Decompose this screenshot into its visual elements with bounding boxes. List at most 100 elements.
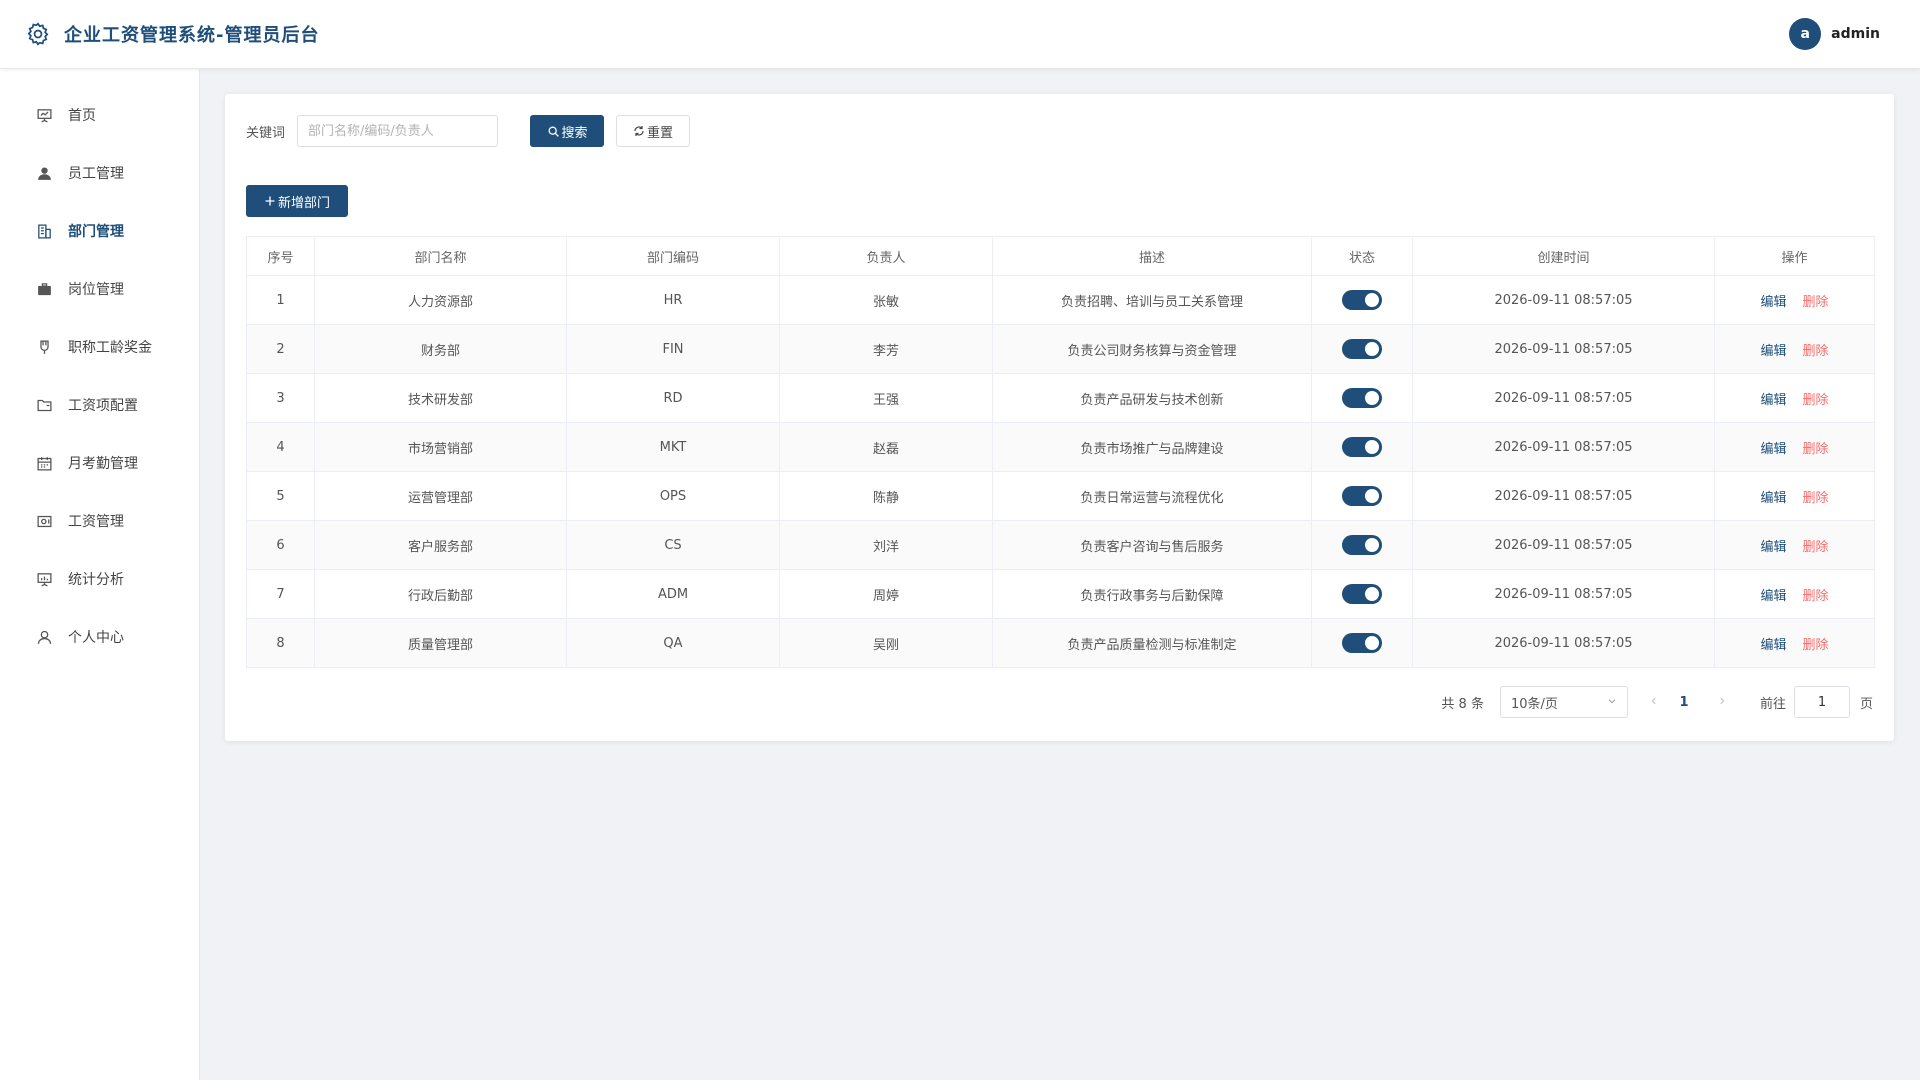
delete-link[interactable]: 删除 [1803,344,1829,359]
delete-link[interactable]: 删除 [1803,393,1829,408]
sidebar-item-positions[interactable]: 岗位管理 [0,260,199,318]
avatar[interactable]: a [1789,18,1822,50]
cell-name: 市场营销部 [314,422,567,472]
sidebar-item-salary-items[interactable]: 工资项配置 [0,376,199,434]
delete-link[interactable]: 删除 [1803,491,1829,506]
cell-description: 负责客户咨询与售后服务 [992,520,1312,570]
table-row: 8 质量管理部 QA 吴刚 负责产品质量检测与标准制定 2026-09-11 0… [246,618,1875,668]
table-row: 1 人力资源部 HR 张敏 负责招聘、培训与员工关系管理 2026-09-11 … [246,275,1875,325]
status-toggle[interactable] [1342,388,1382,408]
toggle-knob [1365,342,1379,356]
status-toggle[interactable] [1342,584,1382,604]
cell-status [1311,471,1413,521]
prev-page-button[interactable] [1644,695,1664,710]
cell-code: MKT [566,422,780,472]
cell-created: 2026-09-11 08:57:05 [1412,275,1715,325]
delete-link[interactable]: 删除 [1803,638,1829,653]
status-toggle[interactable] [1342,633,1382,653]
sidebar-item-home[interactable]: 首页 [0,86,199,144]
user-menu[interactable]: a admin [1789,18,1880,50]
column-header: 描述 [992,236,1312,276]
cell-actions: 编辑 删除 [1714,422,1875,472]
edit-link[interactable]: 编辑 [1760,295,1786,310]
cell-name: 行政后勤部 [314,569,567,619]
chevron-left-icon [1651,697,1656,704]
calendar-icon [35,454,53,472]
plus-icon [264,195,276,207]
status-toggle[interactable] [1342,290,1382,310]
cell-actions: 编辑 删除 [1714,324,1875,374]
add-department-button[interactable]: 新增部门 [246,185,348,217]
column-header: 序号 [246,236,315,276]
cell-name: 运营管理部 [314,471,567,521]
sidebar-item-title-bonus[interactable]: 职称工龄奖金 [0,318,199,376]
sidebar-item-label: 月考勤管理 [68,456,138,472]
money-icon [35,512,53,530]
sidebar-item-employees[interactable]: 员工管理 [0,144,199,202]
cell-description: 负责市场推广与品牌建设 [992,422,1312,472]
delete-link[interactable]: 删除 [1803,442,1829,457]
sidebar-item-attendance[interactable]: 月考勤管理 [0,434,199,492]
cell-actions: 编辑 删除 [1714,520,1875,570]
medal-icon [35,338,53,356]
folder-icon [35,396,53,414]
table-row: 2 财务部 FIN 李芳 负责公司财务核算与资金管理 2026-09-11 08… [246,324,1875,374]
cell-manager: 李芳 [779,324,993,374]
toggle-knob [1365,587,1379,601]
sidebar-item-statistics[interactable]: 统计分析 [0,550,199,608]
sidebar: 首页 员工管理 部门管理 岗位管理 职称工龄奖金 工资项配置 月考勤管理 工资管… [0,69,200,1080]
column-header: 状态 [1311,236,1413,276]
cell-status [1311,520,1413,570]
status-toggle[interactable] [1342,535,1382,555]
edit-link[interactable]: 编辑 [1760,442,1786,457]
sidebar-item-salary[interactable]: 工资管理 [0,492,199,550]
chevron-down-icon [1607,695,1617,710]
cell-manager: 赵磊 [779,422,993,472]
user-icon [35,164,53,182]
status-toggle[interactable] [1342,437,1382,457]
column-header: 部门名称 [314,236,567,276]
cell-description: 负责产品研发与技术创新 [992,373,1312,423]
cell-description: 负责公司财务核算与资金管理 [992,324,1312,374]
toggle-knob [1365,538,1379,552]
edit-link[interactable]: 编辑 [1760,638,1786,653]
keyword-input[interactable] [297,115,499,147]
cell-name: 客户服务部 [314,520,567,570]
status-toggle[interactable] [1342,486,1382,506]
cell-manager: 王强 [779,373,993,423]
sidebar-item-departments[interactable]: 部门管理 [0,202,199,260]
pagination: 共 8 条 10条/页 1 前往 页 [1441,686,1873,718]
delete-link[interactable]: 删除 [1803,295,1829,310]
status-toggle[interactable] [1342,339,1382,359]
filter-bar: 关键词 搜索 重置 [246,115,691,147]
page-size-select[interactable]: 10条/页 [1499,686,1628,718]
cell-code: CS [566,520,780,570]
edit-link[interactable]: 编辑 [1760,344,1786,359]
table-row: 6 客户服务部 CS 刘洋 负责客户咨询与售后服务 2026-09-11 08:… [246,520,1875,570]
cell-code: ADM [566,569,780,619]
cell-code: HR [566,275,780,325]
sidebar-item-profile[interactable]: 个人中心 [0,608,199,666]
page-number[interactable]: 1 [1672,695,1696,710]
cell-code: OPS [566,471,780,521]
search-button[interactable]: 搜索 [530,115,605,147]
column-header: 负责人 [779,236,993,276]
sidebar-item-label: 个人中心 [68,630,124,646]
username[interactable]: admin [1831,26,1880,42]
reset-button[interactable]: 重置 [616,115,691,147]
toggle-knob [1365,293,1379,307]
delete-link[interactable]: 删除 [1803,540,1829,555]
delete-link[interactable]: 删除 [1803,589,1829,604]
goto-page-input[interactable] [1793,686,1850,718]
cell-created: 2026-09-11 08:57:05 [1412,618,1715,668]
edit-link[interactable]: 编辑 [1760,491,1786,506]
cell-created: 2026-09-11 08:57:05 [1412,520,1715,570]
gear-icon [24,20,52,48]
presentation-icon [35,106,53,124]
edit-link[interactable]: 编辑 [1760,540,1786,555]
cell-created: 2026-09-11 08:57:05 [1412,422,1715,472]
edit-link[interactable]: 编辑 [1760,393,1786,408]
edit-link[interactable]: 编辑 [1760,589,1786,604]
content-card: 关键词 搜索 重置 新增部门 序号 部门名称 [225,94,1894,741]
next-page-button[interactable] [1712,695,1732,710]
